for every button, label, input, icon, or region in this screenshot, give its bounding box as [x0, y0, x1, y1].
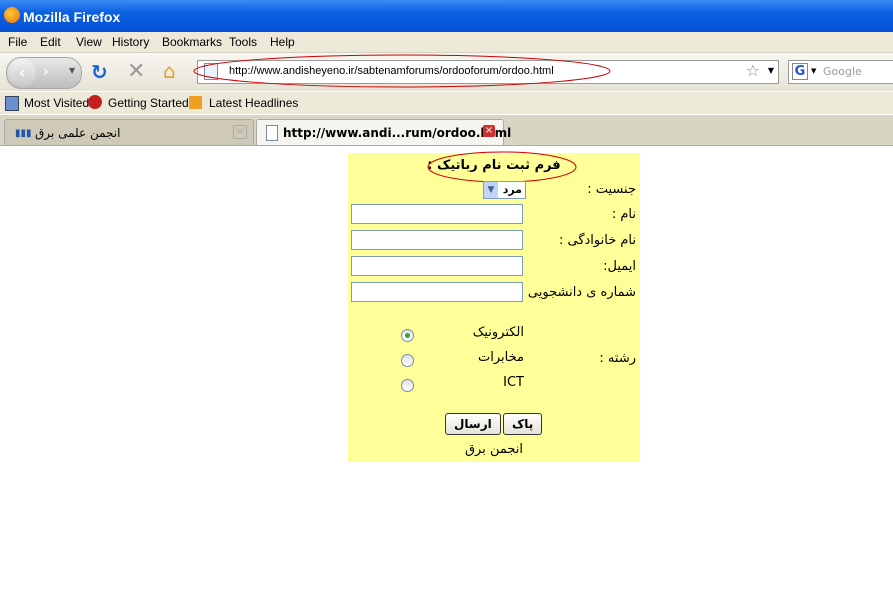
gender-select[interactable]: ▼ مرد: [483, 181, 526, 199]
reload-icon[interactable]: ↻: [91, 60, 108, 84]
forward-arrow-icon[interactable]: ›: [43, 64, 49, 80]
menu-view[interactable]: View: [76, 35, 102, 49]
email-label: ایمیل:: [603, 259, 636, 274]
name-label: نام :: [611, 207, 636, 222]
back-forward-buttons[interactable]: ‹ › ▼: [6, 57, 82, 89]
form-footer: انجمن برق: [464, 442, 524, 457]
search-bar[interactable]: G ▼ Google: [788, 60, 893, 84]
menu-bookmarks[interactable]: Bookmarks: [162, 35, 222, 49]
engine-dropdown-icon[interactable]: ▼: [811, 67, 816, 75]
page-icon: [266, 125, 278, 141]
field-radio-telecom[interactable]: [401, 354, 414, 367]
bookmark-getting-started[interactable]: Getting Started: [108, 96, 189, 110]
field-option-telecom: مخابرات: [478, 350, 524, 365]
tab-label: http://www.andi...rum/ordoo.html: [283, 126, 512, 140]
menu-bar: File Edit View History Bookmarks Tools H…: [0, 32, 893, 53]
field-option-ict: ICT: [503, 375, 524, 390]
field-radio-electronics[interactable]: [401, 329, 414, 342]
close-tab-icon[interactable]: ×: [483, 125, 495, 137]
home-icon[interactable]: ⌂: [163, 59, 176, 83]
student-id-input[interactable]: [351, 282, 523, 302]
url-dropdown-icon[interactable]: ▼: [768, 66, 774, 75]
most-visited-icon: [5, 96, 19, 111]
menu-tools[interactable]: Tools: [229, 35, 257, 49]
close-tab-icon[interactable]: ×: [233, 125, 247, 139]
chevron-down-icon[interactable]: ▼: [484, 182, 498, 198]
google-engine-icon[interactable]: G: [792, 63, 808, 80]
search-input[interactable]: Google: [823, 65, 862, 78]
bookmark-most-visited[interactable]: Most Visited: [24, 96, 89, 110]
getting-started-icon: [88, 95, 102, 109]
field-option-electronics: الکترونیک: [472, 325, 524, 340]
bookmarks-toolbar: Most Visited Getting Started Latest Head…: [0, 92, 893, 114]
history-dropdown-icon[interactable]: ▼: [69, 66, 75, 75]
bookmark-star-icon[interactable]: ☆: [746, 61, 760, 80]
submit-button[interactable]: ارسال: [445, 413, 501, 435]
family-name-input[interactable]: [351, 230, 523, 250]
tab-ordoo[interactable]: http://www.andi...rum/ordoo.html ×: [256, 119, 511, 145]
title-bar: Mozilla Firefox: [0, 0, 893, 32]
menu-edit[interactable]: Edit: [40, 35, 61, 49]
name-input[interactable]: [351, 204, 523, 224]
field-label: رشته :: [599, 351, 636, 366]
reset-button[interactable]: پاک: [503, 413, 543, 435]
registration-form: فرم ثبت نام رباتیک : جنسیت : ▼ مرد نام :…: [348, 151, 640, 462]
menu-file[interactable]: File: [8, 35, 27, 49]
student-id-label: شماره ی دانشجویی :: [519, 285, 636, 300]
tab-label: انجمن علمی برق: [35, 126, 121, 140]
tab-bar: ▮▮▮ انجمن علمی برق × http://www.andi...r…: [0, 115, 893, 146]
bookmark-latest-headlines[interactable]: Latest Headlines: [209, 96, 298, 110]
annotation-ellipse-url: [193, 54, 611, 88]
gender-label: جنسیت :: [587, 182, 636, 197]
email-input[interactable]: [351, 256, 523, 276]
menu-history[interactable]: History: [112, 35, 149, 49]
menu-help[interactable]: Help: [270, 35, 295, 49]
gender-value: مرد: [502, 183, 522, 196]
back-arrow-icon[interactable]: ‹: [8, 59, 36, 87]
window-title: Mozilla Firefox: [23, 9, 121, 25]
field-radio-ict[interactable]: [401, 379, 414, 392]
tab-forum[interactable]: ▮▮▮ انجمن علمی برق ×: [4, 119, 254, 145]
family-label: نام خانوادگی :: [558, 233, 636, 248]
bar-chart-icon: ▮▮▮: [15, 128, 32, 139]
rss-feed-icon: [189, 96, 202, 109]
firefox-logo-icon: [4, 7, 20, 23]
stop-icon[interactable]: ✕: [127, 59, 145, 84]
